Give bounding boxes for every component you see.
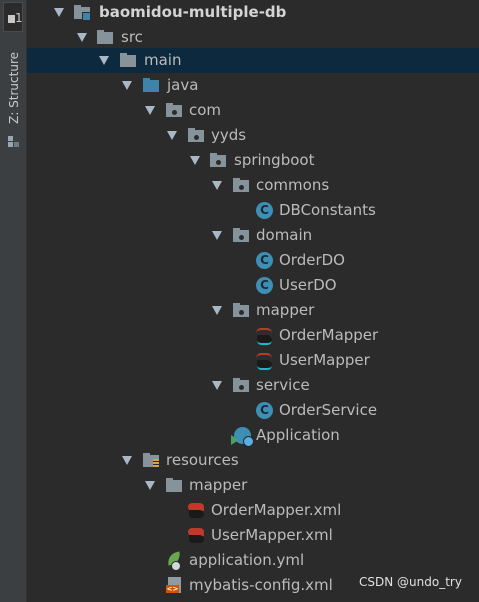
mybatis-mapper-icon [256,327,274,345]
package-icon [233,227,251,244]
project-icon [8,15,15,23]
tree-item-label: java [167,76,199,94]
spring-boot-application-icon [231,427,254,447]
tree-item-label: OrderService [279,401,378,419]
expand-arrow-icon[interactable] [145,106,155,115]
expand-arrow-icon[interactable] [212,381,222,390]
tree-item-src[interactable]: src [27,25,479,50]
tree-item-usermapper[interactable]: UserMapper [27,348,479,373]
structure-icon [8,136,20,148]
tree-item-label: yyds [211,126,247,144]
expand-arrow-icon[interactable] [77,33,87,42]
tree-item-label: baomidou-multiple-db [99,3,287,21]
tree-item-label: mapper [189,476,248,494]
expand-arrow-icon[interactable] [145,481,155,490]
tree-item-ordermapper[interactable]: OrderMapper [27,323,479,348]
tree-item-label: UserDO [279,276,337,294]
package-icon [233,177,251,194]
tree-item-ordermapper-xml[interactable]: OrderMapper.xml [27,498,479,523]
tree-item-label: OrderMapper.xml [211,501,342,519]
tree-item-label: OrderDO [279,251,345,269]
tree-item-application-yml[interactable]: application.yml [27,548,479,573]
tree-item-mapper-folder[interactable]: mapper [27,473,479,498]
spring-yml-icon [165,551,184,571]
mybatis-mapper-icon [256,352,274,370]
source-root-folder-icon [143,77,161,94]
xml-config-icon: <> [166,577,184,594]
tree-item-userdo[interactable]: C UserDO [27,273,479,298]
tool-window-strip: 1 Z: Structure [0,0,27,602]
class-icon: C [256,277,273,294]
watermark: CSDN @undo_try [359,575,462,589]
folder-icon [166,477,184,494]
tree-item-label: DBConstants [279,201,376,219]
tree-item-label: OrderMapper [279,326,379,344]
tree-item-label: mapper [256,301,315,319]
tree-item-label: main [144,51,182,69]
tree-item-label: UserMapper.xml [211,526,333,544]
package-icon [233,302,251,319]
tree-item-java[interactable]: java [27,73,479,98]
project-tool-window-button[interactable]: 1 [3,2,23,32]
structure-label: Z: Structure [7,52,21,124]
tree-item-label: service [256,376,310,394]
mybatis-xml-icon [188,527,206,544]
expand-arrow-icon[interactable] [99,56,109,65]
class-icon: C [256,252,273,269]
folder-icon [97,29,115,46]
structure-tool-window-button[interactable]: Z: Structure [0,52,26,152]
mybatis-xml-icon [188,502,206,519]
tree-item-baomidou-multiple-db[interactable]: baomidou-multiple-db [27,0,479,25]
tree-item-usermapper-xml[interactable]: UserMapper.xml [27,523,479,548]
package-icon [210,152,228,169]
tree-item-label: springboot [234,151,315,169]
project-tree: baomidou-multiple-db src main java com y… [27,0,479,602]
tree-item-label: application.yml [189,551,305,569]
expand-arrow-icon[interactable] [122,456,132,465]
tree-item-label: com [189,101,222,119]
tree-item-mapper-package[interactable]: mapper [27,298,479,323]
expand-arrow-icon[interactable] [212,231,222,240]
expand-arrow-icon[interactable] [212,306,222,315]
expand-arrow-icon[interactable] [122,81,132,90]
tree-item-yyds[interactable]: yyds [27,123,479,148]
class-icon: C [256,402,273,419]
tree-item-springboot[interactable]: springboot [27,148,479,173]
package-icon [166,102,184,119]
tree-item-domain[interactable]: domain [27,223,479,248]
project-tool-window-number: 1 [15,11,23,25]
expand-arrow-icon[interactable] [212,181,222,190]
tree-item-commons[interactable]: commons [27,173,479,198]
tree-item-resources[interactable]: resources [27,448,479,473]
expand-arrow-icon[interactable] [167,131,177,140]
resources-folder-icon [143,452,161,469]
tree-item-dbconstants[interactable]: C DBConstants [27,198,479,223]
expand-arrow-icon[interactable] [54,8,64,17]
package-icon [233,377,251,394]
tree-item-label: UserMapper [279,351,370,369]
tree-item-label: src [121,28,143,46]
class-icon: C [256,202,273,219]
tree-item-service[interactable]: service [27,373,479,398]
tree-item-main[interactable]: main [27,48,479,73]
tree-item-label: resources [166,451,239,469]
expand-arrow-icon[interactable] [190,156,200,165]
tree-item-label: Application [256,426,340,444]
tree-item-application[interactable]: Application [27,423,479,448]
tree-item-orderdo[interactable]: C OrderDO [27,248,479,273]
tree-item-com[interactable]: com [27,98,479,123]
module-folder-icon [74,4,92,21]
tree-item-label: commons [256,176,330,194]
package-icon [188,127,206,144]
tree-item-label: domain [256,226,313,244]
tree-item-label: mybatis-config.xml [189,576,333,594]
folder-icon [120,52,138,69]
tree-item-orderservice[interactable]: C OrderService [27,398,479,423]
